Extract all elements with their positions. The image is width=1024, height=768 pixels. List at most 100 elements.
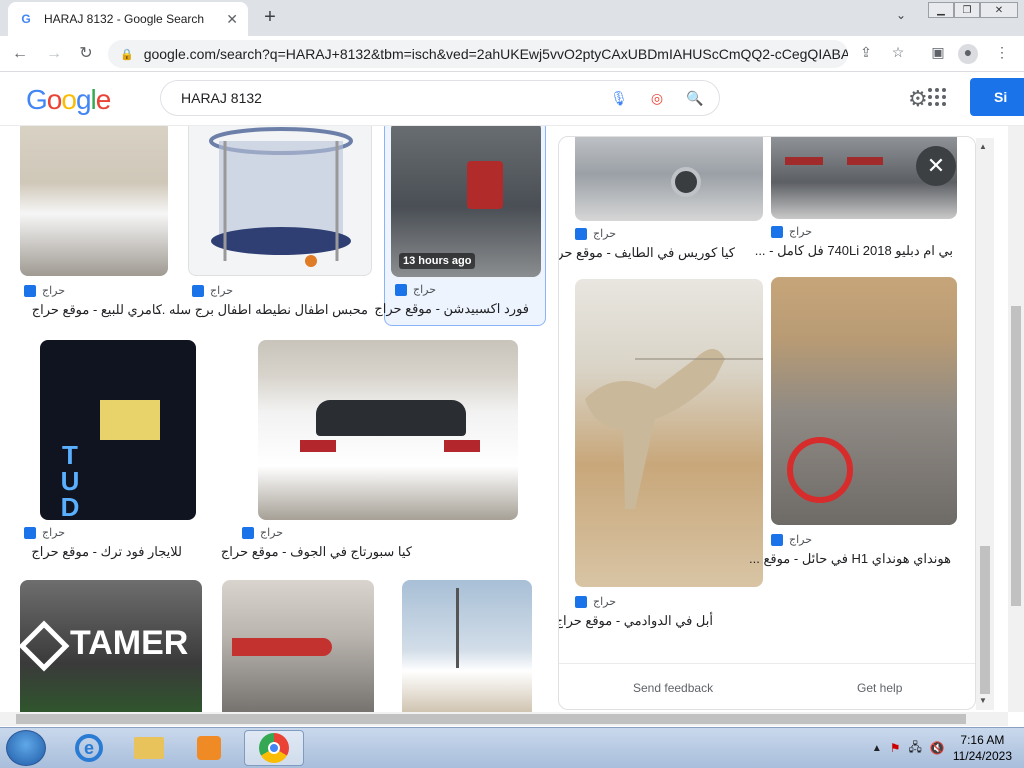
result-image[interactable] — [258, 340, 518, 520]
result-card[interactable]: حراج محبس اطفال نطيطه اطفال برج سله ... — [155, 126, 372, 326]
get-help-link[interactable]: Get help — [857, 681, 902, 695]
panel-result-card[interactable]: حراج كيا كوريس في الطايف - موقع حراج — [559, 137, 765, 260]
menu-dots-icon[interactable]: ⋮ — [992, 44, 1012, 64]
settings-gear-icon[interactable]: ⚙ — [908, 86, 928, 112]
result-caption[interactable]: للايجار فود ترك - موقع حراج — [31, 544, 182, 560]
url-text: google.com/search?q=HARAJ+8132&tbm=isch&… — [143, 46, 848, 62]
mic-icon[interactable]: 🎙 — [605, 90, 633, 107]
result-image[interactable]: TUDL — [40, 340, 196, 520]
google-header: Google HARAJ 8132 🎙 ◎ 🔍 ⚙ Si — [0, 72, 1024, 126]
internet-explorer-icon[interactable]: e — [62, 730, 116, 766]
result-caption[interactable]: فورد اكسبيدشن - موقع حراج — [374, 301, 529, 317]
panel-result-source[interactable]: حراج — [575, 595, 616, 608]
action-center-flag-icon[interactable]: ⚑ — [890, 741, 901, 755]
tab-search-icon[interactable]: ⌄ — [896, 8, 906, 22]
result-card[interactable]: حراج كامري للبيع - موقع حراج — [20, 126, 170, 326]
search-icon[interactable]: 🔍 — [681, 90, 709, 107]
result-source[interactable]: حراج — [24, 284, 65, 297]
image-results-grid: حراج كامري للبيع - موقع حراج حراج محبس ا… — [0, 126, 555, 712]
result-image[interactable] — [188, 126, 372, 276]
result-caption[interactable]: كيا سبورتاج في الجوف - موقع حراج — [221, 544, 412, 560]
result-source[interactable]: حراج — [24, 526, 65, 539]
haraj-logo-icon — [24, 284, 36, 297]
panel-result-caption[interactable]: بي ام دبليو 740Li 2018 فل كامل - ... — [755, 243, 953, 259]
apps-grid-icon[interactable] — [928, 88, 946, 106]
panel-result-source[interactable]: حراج — [771, 225, 812, 238]
panel-result-caption[interactable]: أبل في الدوادمي - موقع حراج — [559, 613, 713, 629]
panel-result-image[interactable] — [575, 137, 763, 221]
volume-muted-icon[interactable]: 🔇 — [930, 741, 945, 755]
result-card[interactable] — [222, 580, 374, 712]
result-image[interactable]: 13 hours ago — [391, 126, 541, 277]
horizontal-scrollbar[interactable] — [0, 712, 1008, 726]
panel-result-caption[interactable]: كيا كوريس في الطايف - موقع حراج — [559, 245, 735, 261]
minimize-button[interactable]: ▁ — [928, 2, 954, 18]
result-image[interactable] — [20, 126, 168, 276]
media-player-icon[interactable] — [182, 730, 236, 766]
panel-result-image[interactable] — [771, 277, 957, 525]
neon-sign: TUDL — [55, 440, 85, 520]
tamer-sign-text: TAMER — [70, 624, 189, 662]
scroll-down-arrow-icon[interactable]: ▼ — [979, 696, 987, 705]
search-input[interactable]: HARAJ 8132 — [181, 90, 605, 106]
result-source[interactable]: حراج — [192, 284, 233, 297]
panel-result-source[interactable]: حراج — [771, 533, 812, 546]
browser-tab[interactable]: G HARAJ 8132 - Google Search ✕ — [8, 2, 248, 36]
reload-icon[interactable]: ↻ — [74, 42, 98, 66]
haraj-logo-icon — [771, 225, 783, 238]
food-truck-window — [100, 400, 160, 440]
forward-icon[interactable]: → — [42, 42, 66, 66]
result-caption[interactable]: محبس اطفال نطيطه اطفال برج سله ... — [155, 302, 368, 318]
logo-letter: g — [75, 84, 92, 115]
result-source[interactable]: حراج — [242, 526, 283, 539]
result-card[interactable]: حراج كيا سبورتاج في الجوف - موقع حراج — [221, 338, 540, 568]
result-card[interactable]: TAMER — [20, 580, 202, 712]
result-card[interactable]: TUDL حراج للايجار فود ترك - موقع حراج — [20, 338, 216, 568]
result-image[interactable] — [222, 580, 374, 712]
scroll-up-arrow-icon[interactable]: ▲ — [979, 142, 987, 151]
back-icon[interactable]: ← — [8, 42, 32, 66]
system-clock[interactable]: 7:16 AM 11/24/2023 — [953, 732, 1012, 764]
haraj-logo-icon — [24, 526, 36, 539]
lock-icon: 🔒 — [120, 48, 134, 61]
show-hidden-icons-icon[interactable]: ▲ — [872, 743, 882, 754]
search-box[interactable]: HARAJ 8132 🎙 ◎ 🔍 — [160, 80, 720, 116]
tab-close-icon[interactable]: ✕ — [226, 11, 238, 28]
panel-scrollbar[interactable]: ▲ ▼ — [976, 138, 994, 710]
result-card-selected[interactable]: 13 hours ago حراج فورد اكسبيدشن - موقع ح… — [374, 126, 546, 326]
taillight-shape — [232, 638, 332, 656]
file-explorer-icon[interactable] — [122, 730, 176, 766]
profile-avatar-icon[interactable]: ● — [958, 44, 978, 64]
close-panel-button[interactable]: ✕ — [916, 146, 956, 186]
result-image[interactable]: TAMER — [20, 580, 202, 712]
result-image[interactable] — [402, 580, 532, 712]
panel-result-image[interactable] — [575, 279, 763, 587]
share-icon[interactable]: ⇪ — [856, 44, 876, 64]
close-window-button[interactable]: ✕ — [980, 2, 1018, 18]
side-panel-icon[interactable]: ▣ — [928, 44, 948, 64]
google-logo[interactable]: Google — [26, 84, 111, 116]
lens-icon[interactable]: ◎ — [643, 90, 671, 107]
address-bar[interactable]: 🔒 google.com/search?q=HARAJ+8132&tbm=isc… — [108, 40, 848, 68]
browser-toolbar: ← → ↻ 🔒 google.com/search?q=HARAJ+8132&t… — [0, 36, 1024, 72]
panel-scrollbar-thumb[interactable] — [980, 546, 990, 694]
result-card[interactable] — [402, 580, 532, 712]
panel-result-card[interactable]: حراج أبل في الدوادمي - موقع حراج — [559, 279, 765, 629]
result-source[interactable]: حراج — [395, 283, 436, 296]
chrome-taskbar-icon[interactable] — [244, 730, 304, 766]
horizontal-scrollbar-thumb[interactable] — [16, 714, 966, 724]
bookmark-star-icon[interactable]: ☆ — [888, 44, 908, 64]
network-icon[interactable]: 🖧 — [908, 738, 921, 759]
result-caption[interactable]: كامري للبيع - موقع حراج — [32, 302, 162, 318]
panel-result-caption[interactable]: هونداي هونداي H1 في حائل - موقع ... — [749, 551, 951, 567]
new-tab-button[interactable]: + — [258, 6, 282, 29]
trampoline-illustration — [209, 127, 353, 267]
panel-result-source[interactable]: حراج — [575, 227, 616, 240]
send-feedback-link[interactable]: Send feedback — [633, 681, 713, 695]
sign-in-button[interactable]: Si — [970, 78, 1024, 116]
panel-result-card[interactable]: حراج هونداي هونداي H1 في حائل - موقع ... — [749, 277, 959, 577]
page-scrollbar-thumb[interactable] — [1011, 306, 1021, 606]
restore-button[interactable]: ❐ — [954, 2, 980, 18]
start-button[interactable] — [6, 730, 46, 766]
page-scrollbar[interactable] — [1008, 126, 1024, 712]
